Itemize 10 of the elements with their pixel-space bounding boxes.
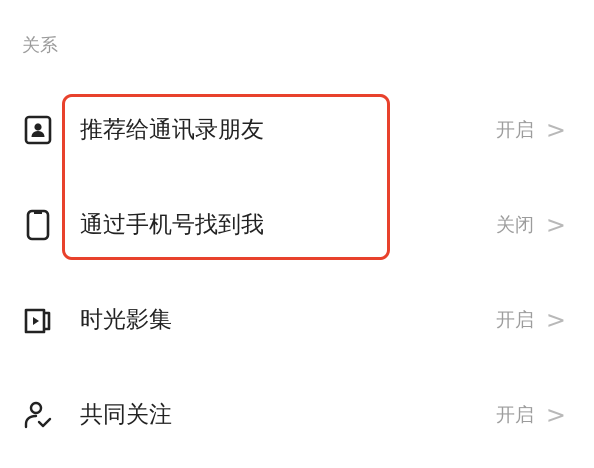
setting-value: 开启 [496, 308, 534, 332]
contact-card-icon [22, 114, 54, 146]
setting-label[interactable]: 推荐给通讯录朋友 [80, 114, 496, 145]
setting-value: 开启 [496, 118, 534, 142]
setting-label[interactable]: 时光影集 [80, 304, 496, 335]
setting-label[interactable]: 共同关注 [80, 399, 496, 430]
setting-value: 开启 [496, 402, 534, 428]
setting-value: 关闭 [496, 212, 534, 238]
setting-label[interactable]: 通过手机号找到我 [80, 209, 496, 240]
section-title: 关系 [22, 34, 58, 58]
